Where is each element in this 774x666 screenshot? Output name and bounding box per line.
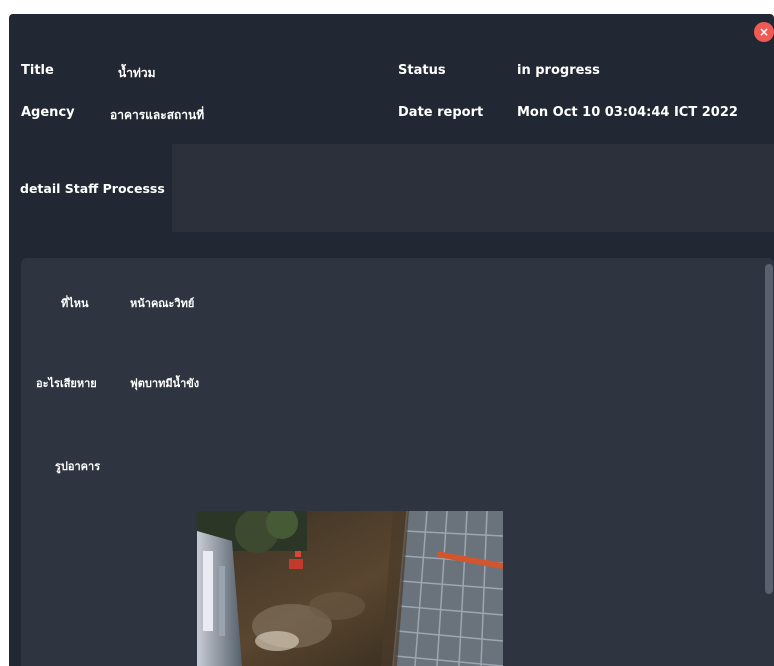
detail-staff-process-label: detail Staff Processs <box>20 181 165 196</box>
building-photo <box>197 511 503 666</box>
status-value: in progress <box>517 63 600 78</box>
date-report-value: Mon Oct 10 03:04:44 ICT 2022 <box>517 105 738 120</box>
damage-value: ฟุตบาทมีน้ำขัง <box>130 377 200 390</box>
date-report-label: Date report <box>398 105 484 120</box>
where-value: หน้าคณะวิทย์ <box>130 297 195 310</box>
flood-photo-image <box>197 511 503 666</box>
vertical-scrollbar[interactable] <box>765 264 773 594</box>
where-label: ที่ไหน <box>61 297 89 310</box>
report-dialog: × Title น้ำท่วม Status in progress Agenc… <box>9 14 774 666</box>
status-label: Status <box>398 63 446 78</box>
agency-value: อาคารและสถานที่ <box>110 108 205 122</box>
detail-staff-process-box <box>172 144 774 232</box>
title-label: Title <box>21 63 54 78</box>
damage-label: อะไรเสียหาย <box>36 377 97 390</box>
close-button[interactable]: × <box>754 22 774 42</box>
photo-label: รูปอาคาร <box>55 460 101 473</box>
agency-label: Agency <box>21 105 75 120</box>
close-icon: × <box>758 25 770 39</box>
title-value: น้ำท่วม <box>118 66 156 80</box>
